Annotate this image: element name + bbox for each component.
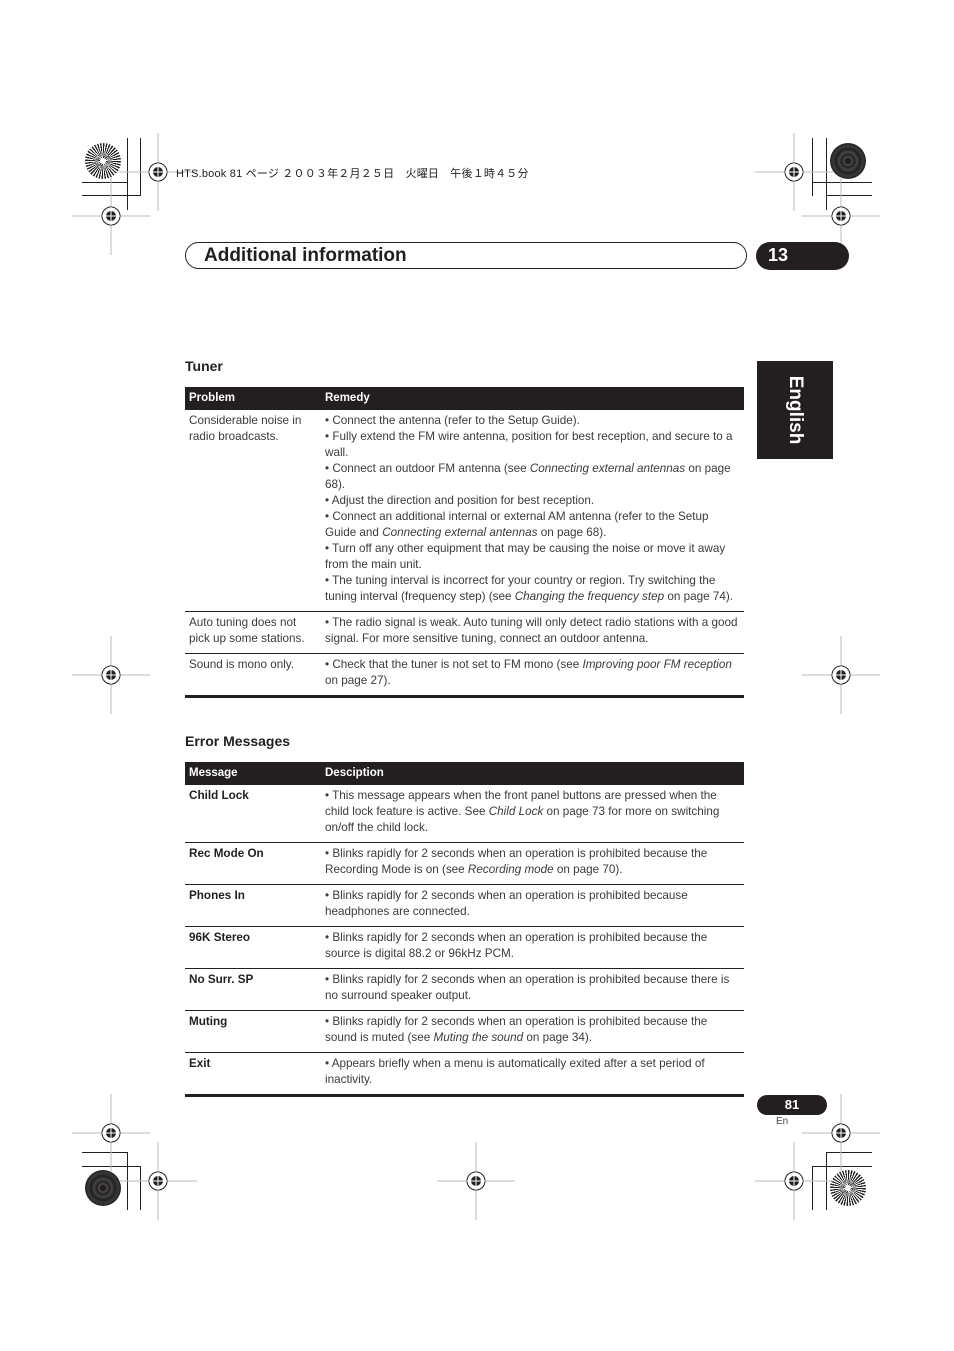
table-row: Auto tuning does not pick up some statio… xyxy=(185,611,744,654)
chapter-number: 13 xyxy=(768,245,789,265)
remedy-cell: • Check that the tuner is not set to FM … xyxy=(321,653,744,698)
remedy-item: • Check that the tuner is not set to FM … xyxy=(325,657,740,689)
table-row: Considerable noise in radio broadcasts. •… xyxy=(185,410,744,612)
table-header-row: Problem Remedy xyxy=(185,387,744,410)
remedy-cell: • The radio signal is weak. Auto tuning … xyxy=(321,611,744,654)
column-header: Problem xyxy=(185,387,321,410)
column-header: Remedy xyxy=(321,387,744,410)
cross-reference-text: Muting the sound xyxy=(433,1031,524,1044)
registration-mark-icon xyxy=(437,1142,515,1220)
text-run: • Connect the antenna (refer to the Setu… xyxy=(325,414,580,427)
color-star-target-icon xyxy=(85,143,121,179)
registration-mark-icon xyxy=(119,1142,197,1220)
color-star-target-icon xyxy=(830,143,866,179)
print-header: HTS.book 81 ページ ２００３年２月２５日 火曜日 午後１時４５分 xyxy=(176,168,529,180)
table-row: Exit • Appears briefly when a menu is aut… xyxy=(185,1052,744,1097)
problem-cell: Sound is mono only. xyxy=(185,653,321,698)
remedy-item: • The tuning interval is incorrect for y… xyxy=(325,573,740,605)
description-cell: • Blinks rapidly for 2 seconds when an o… xyxy=(321,842,744,885)
page-language-code: En xyxy=(776,1116,789,1127)
text-run: • Blinks rapidly for 2 seconds when an o… xyxy=(325,889,688,918)
text-run: • Fully extend the FM wire antenna, posi… xyxy=(325,430,733,459)
description-cell: • Appears briefly when a menu is automat… xyxy=(321,1052,744,1097)
description-cell: • Blinks rapidly for 2 seconds when an o… xyxy=(321,926,744,969)
table-row: Muting • Blinks rapidly for 2 seconds whe… xyxy=(185,1010,744,1053)
description-cell: • Blinks rapidly for 2 seconds when an o… xyxy=(321,884,744,927)
text-run: • Appears briefly when a menu is automat… xyxy=(325,1057,705,1086)
registration-mark-icon xyxy=(755,1142,833,1220)
message-cell: Exit xyxy=(185,1052,321,1097)
column-header: Message xyxy=(185,762,321,785)
message-cell: Child Lock xyxy=(185,785,321,843)
page-number-badge: 81 xyxy=(757,1095,827,1115)
message-cell: Muting xyxy=(185,1010,321,1053)
text-run: • Adjust the direction and position for … xyxy=(325,494,595,507)
text-run: • Blinks rapidly for 2 seconds when an o… xyxy=(325,973,730,1002)
chapter-badge: 13 xyxy=(756,242,849,270)
description-cell: • Blinks rapidly for 2 seconds when an o… xyxy=(321,968,744,1011)
problem-cell: Auto tuning does not pick up some statio… xyxy=(185,611,321,654)
registration-mark-icon xyxy=(72,636,150,714)
text-run: • Turn off any other equipment that may … xyxy=(325,542,726,571)
error-messages-table: Message Desciption Child Lock • This mess… xyxy=(185,762,744,1097)
language-label: English xyxy=(785,375,806,445)
description-cell: • Blinks rapidly for 2 seconds when an o… xyxy=(321,1010,744,1053)
table-header-row: Message Desciption xyxy=(185,762,744,785)
text-run: on page 34). xyxy=(523,1031,593,1044)
message-cell: 96K Stereo xyxy=(185,926,321,969)
remedy-item: • Connect the antenna (refer to the Setu… xyxy=(325,413,740,429)
message-cell: Rec Mode On xyxy=(185,842,321,885)
table-row: 96K Stereo • Blinks rapidly for 2 seconds… xyxy=(185,926,744,969)
table-row: Phones In • Blinks rapidly for 2 seconds … xyxy=(185,884,744,927)
text-run: • Blinks rapidly for 2 seconds when an o… xyxy=(325,931,708,960)
table-row: Sound is mono only. • Check that the tune… xyxy=(185,653,744,698)
registration-mark-icon xyxy=(72,177,150,255)
cross-reference-text: Connecting external antennas xyxy=(529,462,686,475)
table-row: No Surr. SP • Blinks rapidly for 2 second… xyxy=(185,968,744,1011)
cross-reference-text: Child Lock xyxy=(488,805,544,818)
section-header: Additional information xyxy=(185,242,747,269)
text-run: on page 70). xyxy=(553,863,623,876)
table-row: Child Lock • This message appears when th… xyxy=(185,785,744,843)
color-star-target-icon xyxy=(830,1170,866,1206)
error-messages-heading: Error Messages xyxy=(185,733,291,749)
column-header: Desciption xyxy=(321,762,744,785)
text-run: on page 68). xyxy=(537,526,607,539)
color-star-target-icon xyxy=(85,1170,121,1206)
cross-reference-text: Improving poor FM reception xyxy=(582,658,732,671)
registration-mark-icon xyxy=(802,636,880,714)
language-tab: English xyxy=(757,361,833,459)
remedy-item: • Adjust the direction and position for … xyxy=(325,493,740,509)
section-title: Additional information xyxy=(204,245,407,266)
remedy-item: • The radio signal is weak. Auto tuning … xyxy=(325,615,740,647)
page-number: 81 xyxy=(784,1097,800,1112)
remedy-cell: • Connect the antenna (refer to the Setu… xyxy=(321,410,744,612)
tuner-heading: Tuner xyxy=(185,358,223,374)
cross-reference-text: Connecting external antennas xyxy=(382,526,538,539)
remedy-item: • Connect an additional internal or exte… xyxy=(325,509,740,541)
text-run: on page 27). xyxy=(325,674,391,687)
cross-reference-text: Changing the frequency step xyxy=(514,590,665,603)
table-row: Rec Mode On • Blinks rapidly for 2 second… xyxy=(185,842,744,885)
remedy-item: • Fully extend the FM wire antenna, posi… xyxy=(325,429,740,461)
text-run: on page 74). xyxy=(664,590,734,603)
text-run: • Check that the tuner is not set to FM … xyxy=(325,658,583,671)
problem-cell: Considerable noise in radio broadcasts. xyxy=(185,410,321,612)
tuner-table: Problem Remedy Considerable noise in rad… xyxy=(185,387,744,698)
message-cell: Phones In xyxy=(185,884,321,927)
remedy-item: • Turn off any other equipment that may … xyxy=(325,541,740,573)
cross-reference-text: Recording mode xyxy=(467,863,554,876)
text-run: • Connect an outdoor FM antenna (see xyxy=(325,462,530,475)
text-run: • The radio signal is weak. Auto tuning … xyxy=(325,616,738,645)
message-cell: No Surr. SP xyxy=(185,968,321,1011)
description-cell: • This message appears when the front pa… xyxy=(321,785,744,843)
remedy-item: • Connect an outdoor FM antenna (see Con… xyxy=(325,461,740,493)
